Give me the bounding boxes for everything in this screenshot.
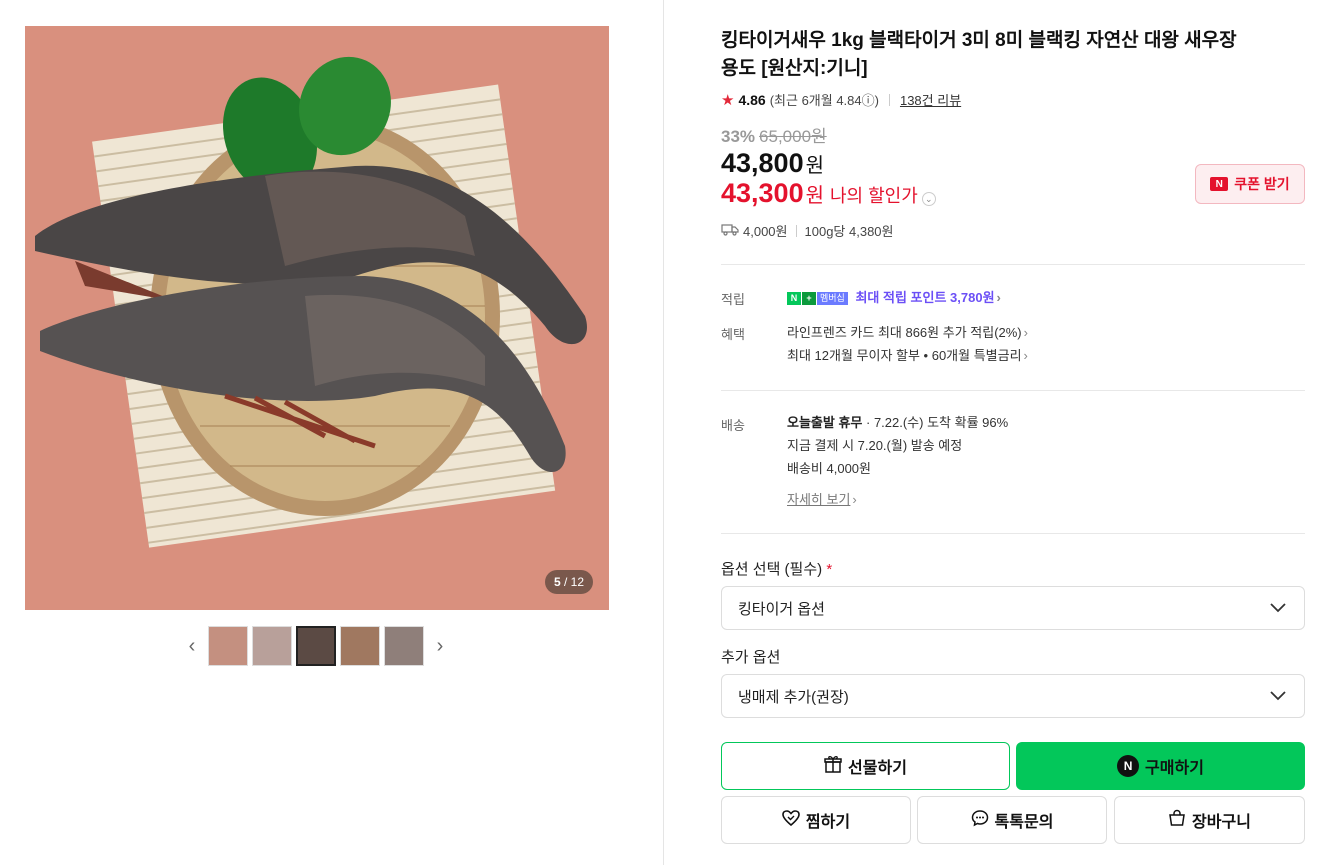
gift-button[interactable]: 선물하기 [721, 742, 1010, 790]
arrival-estimate: · 7.22.(수) 도착 확률 96% [866, 415, 1009, 430]
talk-inquiry-button[interactable]: 톡톡문의 [917, 796, 1107, 844]
wish-label: 찜하기 [805, 814, 851, 831]
section-divider [721, 390, 1305, 391]
prev-arrow-icon[interactable]: ‹ [180, 634, 204, 658]
thumbnail-4[interactable] [340, 626, 380, 666]
required-option-value: 킹타이거 옵션 [738, 600, 825, 618]
buy-label: 구매하기 [1145, 760, 1204, 777]
price-row: 43,800 원 [721, 148, 824, 179]
main-product-image[interactable]: 5 / 12 [25, 26, 609, 610]
price-unit: 원 [805, 155, 824, 177]
my-discount-price: 43,300 원 나의 할인가 ⌄ [721, 178, 936, 209]
my-price-label: 나의 할인가 [830, 186, 918, 206]
product-title: 킹타이거새우 1kg 블랙타이거 3미 8미 블랙킹 자연산 대왕 새우장용도 … [721, 30, 1237, 79]
rating-recent[interactable]: (최근 6개월 4.84ⓘ) [770, 90, 879, 109]
benefit-label: 혜택 [721, 327, 745, 342]
section-divider [721, 264, 1305, 265]
required-option-label: 옵션 선택 (필수) * [721, 561, 833, 578]
required-option-select[interactable]: 킹타이거 옵션 [721, 586, 1305, 630]
dispatch-estimate: 지금 결제 시 7.20.(월) 발송 예정 [787, 438, 963, 453]
naver-coupon-icon: N [1210, 177, 1229, 191]
divider [888, 93, 890, 106]
delivery-fee: 배송비 4,000원 [787, 461, 871, 476]
point-row: N + 멤버십 최대 적립 포인트 3,780원 › [787, 286, 1001, 309]
npay-membership-badge: N + 멤버십 [787, 292, 848, 306]
coupon-button[interactable]: N 쿠폰 받기 [1195, 164, 1305, 204]
cart-button[interactable]: 장바구니 [1114, 796, 1305, 844]
delivery-label: 배송 [721, 418, 745, 433]
image-counter: 5 / 12 [544, 570, 593, 594]
delivery-detail-link[interactable]: 자세히 보기 › [787, 488, 1008, 511]
max-point-link[interactable]: 최대 적립 포인트 3,780원 › [855, 290, 1000, 305]
gift-label: 선물하기 [848, 760, 907, 777]
cart-label: 장바구니 [1192, 814, 1251, 831]
thumbnail-5[interactable] [384, 626, 424, 666]
buy-button[interactable]: N 구매하기 [1016, 742, 1305, 790]
chevron-down-icon[interactable]: ⌄ [921, 192, 936, 206]
talk-label: 톡톡문의 [994, 814, 1054, 831]
price: 43,800 [721, 148, 804, 178]
wish-button[interactable]: 찜하기 [721, 796, 911, 844]
shopping-bag-icon [1168, 809, 1186, 832]
truck-icon [721, 223, 739, 239]
rating-score: 4.86 [738, 91, 766, 108]
today-dispatch-status: 오늘출발 휴무 [787, 415, 863, 430]
original-price: 65,000원 [759, 127, 827, 146]
product-gallery: 5 / 12 ‹ › [0, 0, 664, 865]
extra-option-select[interactable]: 냉매제 추가(권장) [721, 674, 1305, 718]
installment-link[interactable]: 최대 12개월 무이자 할부 • 60개월 특별금리 › [787, 344, 1028, 367]
unit-price: 100g당 4,380원 [804, 224, 894, 239]
chat-bubble-icon [971, 809, 989, 832]
my-price-unit: 원 [805, 185, 824, 207]
star-icon: ★ [721, 91, 735, 109]
point-label: 적립 [721, 292, 745, 307]
divider [795, 224, 797, 237]
coupon-label: 쿠폰 받기 [1234, 176, 1290, 192]
thumbnail-strip: ‹ › [180, 626, 452, 666]
heart-icon [782, 809, 800, 831]
extra-option-label: 추가 옵션 [721, 649, 781, 666]
naver-pay-icon: N [1117, 755, 1140, 777]
thumbnail-2[interactable] [252, 626, 292, 666]
shrimp-photo [25, 26, 609, 610]
my-price: 43,300 [721, 178, 804, 208]
shipping-fee: 4,000원 [743, 224, 788, 239]
delivery-info: 오늘출발 휴무 · 7.22.(수) 도착 확률 96% 지금 결제 시 7.2… [787, 411, 1008, 511]
rating-row: ★ 4.86 (최근 6개월 4.84ⓘ) 138건 리뷰 [721, 90, 961, 109]
benefit-list: 라인프렌즈 카드 최대 866원 추가 적립(2%) › 최대 12개월 무이자 … [787, 321, 1028, 367]
gift-icon [824, 755, 842, 778]
card-benefit-link[interactable]: 라인프렌즈 카드 최대 866원 추가 적립(2%) › [787, 321, 1028, 344]
chevron-down-icon [1270, 600, 1286, 617]
discount-rate: 33% [721, 127, 756, 146]
next-arrow-icon[interactable]: › [428, 634, 452, 658]
extra-option-value: 냉매제 추가(권장) [738, 688, 849, 706]
discount-row: 33% 65,000원 [721, 122, 827, 147]
chevron-down-icon [1270, 688, 1286, 705]
review-count-link[interactable]: 138건 리뷰 [900, 90, 961, 109]
thumbnail-3[interactable] [296, 626, 336, 666]
thumbnail-1[interactable] [208, 626, 248, 666]
shipping-summary: 4,000원 100g당 4,380원 [721, 221, 893, 240]
section-divider [721, 533, 1305, 534]
